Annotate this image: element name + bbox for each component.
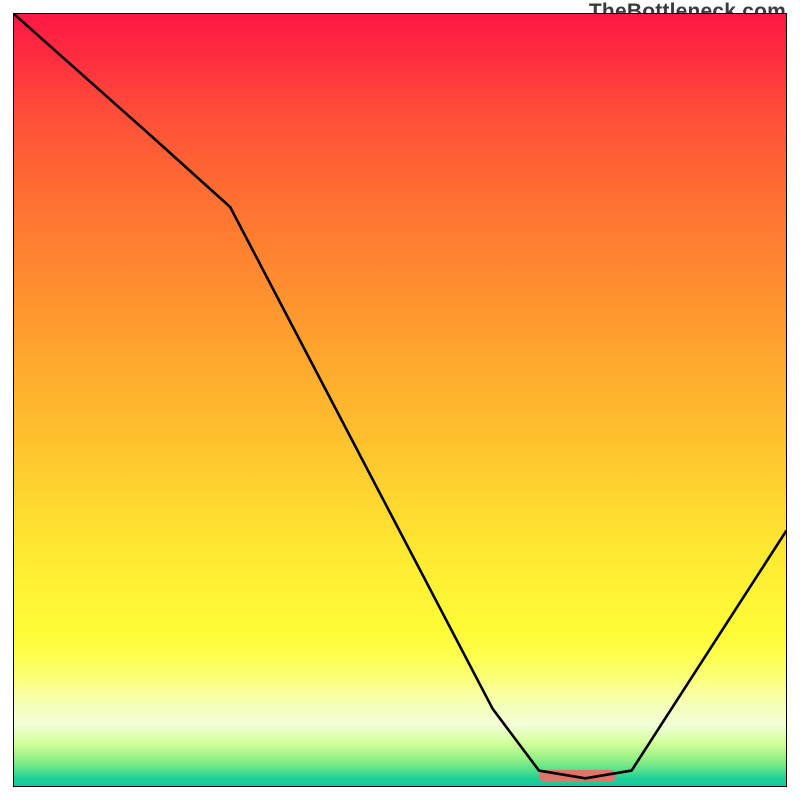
- chart-container: TheBottleneck.com: [0, 0, 800, 800]
- plot-area: [13, 13, 787, 787]
- chart-svg: [14, 14, 786, 786]
- data-curve: [14, 14, 786, 778]
